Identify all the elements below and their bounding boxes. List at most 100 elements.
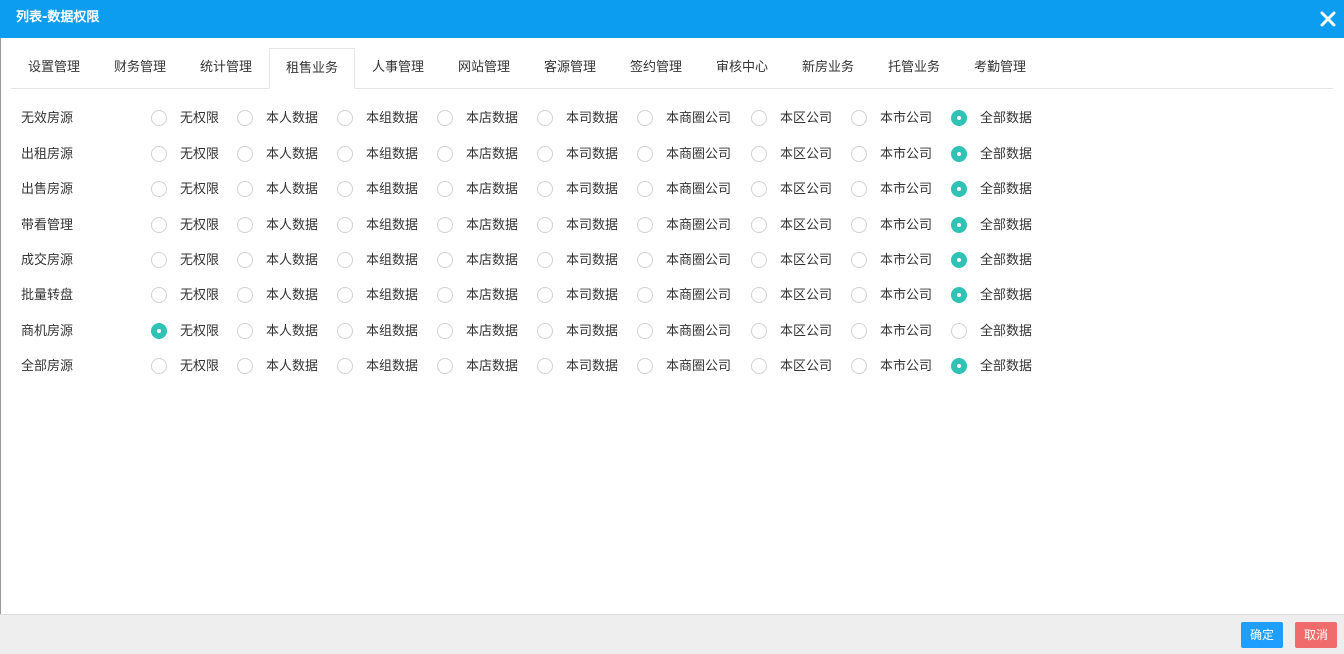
radio-unchecked-icon[interactable] — [437, 110, 453, 126]
radio-unchecked-icon[interactable] — [151, 110, 167, 126]
radio-unchecked-icon[interactable] — [337, 252, 353, 268]
radio-unchecked-icon[interactable] — [537, 252, 553, 268]
radio-unchecked-icon[interactable] — [237, 287, 253, 303]
radio-unchecked-icon[interactable] — [851, 323, 867, 339]
radio-unchecked-icon[interactable] — [237, 252, 253, 268]
permission-row: 商机房源 无权限 本人数据 本组数据 本店数据 本司数据 本商圈公司 本区公司 本市公司 全部数据 — [0, 321, 1344, 351]
radio-unchecked-icon[interactable] — [851, 252, 867, 268]
radio-unchecked-icon[interactable] — [537, 287, 553, 303]
radio-unchecked-icon[interactable] — [151, 358, 167, 374]
radio-unchecked-icon[interactable] — [637, 252, 653, 268]
option-label: 本组数据 — [366, 253, 419, 268]
confirm-button[interactable]: 确定 — [1241, 622, 1284, 648]
tab-5[interactable]: 人事管理 — [355, 48, 441, 88]
radio-unchecked-icon[interactable] — [437, 181, 453, 197]
radio-unchecked-icon[interactable] — [337, 217, 353, 233]
radio-unchecked-icon[interactable] — [437, 358, 453, 374]
radio-checked-icon[interactable] — [951, 252, 967, 268]
radio-unchecked-icon[interactable] — [751, 323, 767, 339]
radio-unchecked-icon[interactable] — [337, 110, 353, 126]
radio-unchecked-icon[interactable] — [537, 181, 553, 197]
radio-checked-icon[interactable] — [951, 110, 967, 126]
radio-unchecked-icon[interactable] — [237, 358, 253, 374]
radio-unchecked-icon[interactable] — [751, 146, 767, 162]
radio-checked-icon[interactable] — [951, 181, 967, 197]
radio-checked-icon[interactable] — [951, 217, 967, 233]
radio-unchecked-icon[interactable] — [237, 110, 253, 126]
radio-unchecked-icon[interactable] — [751, 110, 767, 126]
radio-unchecked-icon[interactable] — [851, 358, 867, 374]
option-label: 全部数据 — [980, 182, 1033, 197]
radio-unchecked-icon[interactable] — [337, 181, 353, 197]
option-label: 全部数据 — [980, 324, 1033, 339]
radio-unchecked-icon[interactable] — [751, 252, 767, 268]
tab-8[interactable]: 签约管理 — [613, 48, 699, 88]
radio-unchecked-icon[interactable] — [337, 146, 353, 162]
radio-unchecked-icon[interactable] — [851, 287, 867, 303]
radio-checked-icon[interactable] — [951, 358, 967, 374]
tab-1[interactable]: 设置管理 — [11, 48, 97, 88]
radio-unchecked-icon[interactable] — [637, 181, 653, 197]
tab-12[interactable]: 考勤管理 — [957, 48, 1043, 88]
radio-unchecked-icon[interactable] — [951, 323, 967, 339]
radio-unchecked-icon[interactable] — [337, 287, 353, 303]
radio-unchecked-icon[interactable] — [751, 181, 767, 197]
radio-unchecked-icon[interactable] — [337, 358, 353, 374]
option-label: 本区公司 — [780, 359, 833, 374]
radio-unchecked-icon[interactable] — [537, 323, 553, 339]
radio-unchecked-icon[interactable] — [237, 323, 253, 339]
option-label: 本区公司 — [780, 288, 833, 303]
radio-unchecked-icon[interactable] — [437, 252, 453, 268]
radio-unchecked-icon[interactable] — [151, 217, 167, 233]
tab-9[interactable]: 审核中心 — [699, 48, 785, 88]
radio-unchecked-icon[interactable] — [851, 146, 867, 162]
permission-row-label: 全部房源 — [21, 359, 74, 374]
radio-unchecked-icon[interactable] — [537, 217, 553, 233]
radio-unchecked-icon[interactable] — [751, 217, 767, 233]
radio-unchecked-icon[interactable] — [437, 287, 453, 303]
option-label: 本市公司 — [880, 147, 933, 162]
tab-10[interactable]: 新房业务 — [785, 48, 871, 88]
option-label: 本组数据 — [366, 218, 419, 233]
radio-unchecked-icon[interactable] — [151, 146, 167, 162]
radio-unchecked-icon[interactable] — [337, 323, 353, 339]
radio-unchecked-icon[interactable] — [637, 217, 653, 233]
option-label: 全部数据 — [980, 253, 1033, 268]
radio-unchecked-icon[interactable] — [237, 146, 253, 162]
option-label: 本市公司 — [880, 182, 933, 197]
radio-unchecked-icon[interactable] — [637, 323, 653, 339]
radio-unchecked-icon[interactable] — [751, 358, 767, 374]
radio-unchecked-icon[interactable] — [537, 146, 553, 162]
cancel-button[interactable]: 取消 — [1295, 622, 1338, 648]
radio-unchecked-icon[interactable] — [437, 217, 453, 233]
radio-unchecked-icon[interactable] — [637, 358, 653, 374]
radio-unchecked-icon[interactable] — [851, 181, 867, 197]
close-icon[interactable] — [1320, 11, 1336, 27]
radio-unchecked-icon[interactable] — [637, 287, 653, 303]
radio-unchecked-icon[interactable] — [851, 110, 867, 126]
radio-unchecked-icon[interactable] — [151, 252, 167, 268]
radio-unchecked-icon[interactable] — [537, 358, 553, 374]
tab-6[interactable]: 网站管理 — [441, 48, 527, 88]
tab-2[interactable]: 财务管理 — [97, 48, 183, 88]
tab-11[interactable]: 托管业务 — [871, 48, 957, 88]
radio-checked-icon[interactable] — [951, 287, 967, 303]
tab-7[interactable]: 客源管理 — [527, 48, 613, 88]
radio-checked-icon[interactable] — [951, 146, 967, 162]
radio-unchecked-icon[interactable] — [537, 110, 553, 126]
radio-checked-icon[interactable] — [151, 323, 167, 339]
radio-unchecked-icon[interactable] — [751, 287, 767, 303]
radio-unchecked-icon[interactable] — [437, 323, 453, 339]
radio-unchecked-icon[interactable] — [637, 110, 653, 126]
radio-unchecked-icon[interactable] — [151, 287, 167, 303]
radio-unchecked-icon[interactable] — [237, 217, 253, 233]
tab-4[interactable]: 租售业务 — [269, 48, 355, 89]
option-label: 本司数据 — [566, 359, 619, 374]
option-label: 本司数据 — [566, 111, 619, 126]
radio-unchecked-icon[interactable] — [151, 181, 167, 197]
radio-unchecked-icon[interactable] — [237, 181, 253, 197]
radio-unchecked-icon[interactable] — [851, 217, 867, 233]
tab-3[interactable]: 统计管理 — [183, 48, 269, 88]
radio-unchecked-icon[interactable] — [437, 146, 453, 162]
radio-unchecked-icon[interactable] — [637, 146, 653, 162]
